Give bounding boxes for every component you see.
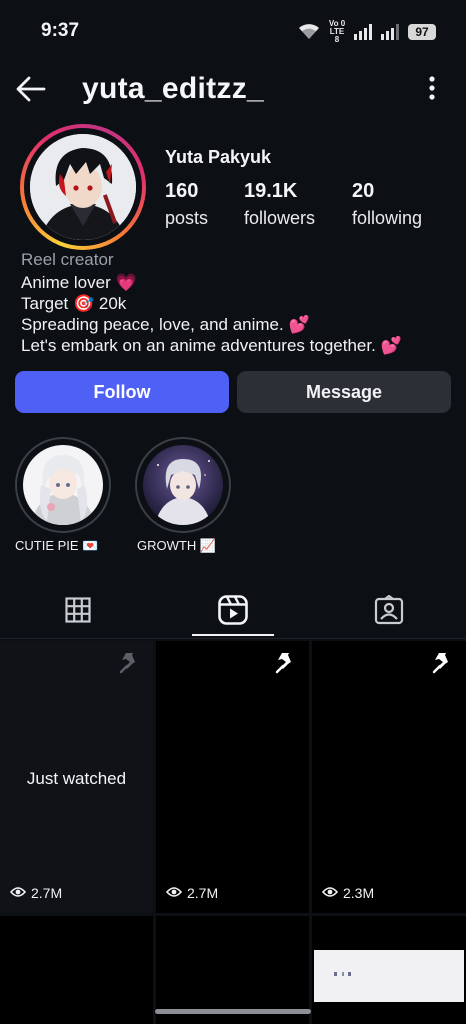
bio-line-2: Target 🎯 20k (21, 294, 127, 313)
reel-view-count: 2.3M (343, 885, 375, 901)
grid-icon (64, 596, 91, 628)
battery-indicator: 97 (408, 24, 436, 40)
volte-indicator: Vo 0 LTE 8 (327, 20, 347, 44)
tab-reels[interactable] (155, 585, 310, 639)
highlight-cutie-pie[interactable] (15, 437, 111, 533)
active-tab-indicator (192, 634, 274, 636)
reels-grid: Just watched 2.7M 2.7M 2.3M (0, 641, 466, 1024)
status-time: 9:37 (41, 20, 80, 41)
follow-button[interactable]: Follow (15, 371, 229, 413)
wifi-icon (298, 24, 320, 40)
highlight-cover (143, 445, 223, 525)
tab-grid[interactable] (0, 585, 155, 639)
profile-category: Reel creator (21, 250, 114, 269)
bio-line-1: Anime lover 💗 (21, 273, 137, 292)
stat-followers-value: 19.1K (244, 180, 298, 202)
network-label-bottom: LTE 8 (329, 27, 345, 44)
highlight-cover (23, 445, 103, 525)
reel-tile-2[interactable]: 2.7M (156, 641, 309, 913)
reel-tile-4[interactable] (0, 916, 153, 1024)
stat-posts-label: posts (165, 208, 209, 228)
pin-icon (430, 651, 454, 680)
eye-icon (165, 885, 183, 901)
stat-following[interactable]: 20 following (352, 180, 422, 229)
reel-views: 2.7M (9, 885, 63, 901)
reel-view-count: 2.7M (31, 885, 63, 901)
home-indicator (155, 1009, 311, 1014)
tagged-icon (374, 594, 404, 630)
reel-tile-3[interactable]: 2.3M (312, 641, 466, 913)
reel-tile-6[interactable] (312, 916, 466, 1024)
profile-tabs (0, 585, 466, 639)
back-arrow-icon[interactable] (14, 74, 48, 104)
eye-icon (321, 885, 339, 901)
reel-views: 2.7M (165, 885, 219, 901)
stat-posts-value: 160 (165, 180, 199, 202)
stat-following-label: following (352, 208, 423, 228)
status-icons: Vo 0 LTE 8 97 (298, 20, 436, 44)
eye-icon (9, 885, 27, 901)
signal-icon (354, 24, 374, 40)
highlight-label-cutie-pie: CUTIE PIE 💌 (15, 538, 99, 553)
highlight-label-growth: GROWTH 📈 (137, 538, 217, 553)
stat-posts: 160 posts (165, 180, 208, 229)
pin-icon (273, 651, 297, 680)
highlight-growth[interactable] (135, 437, 231, 533)
signal-icon-2 (381, 24, 401, 40)
profile-header: yuta_editzz_ (0, 62, 466, 116)
reel-view-count: 2.7M (187, 885, 219, 901)
stat-followers-label: followers (244, 208, 316, 228)
reel-views: 2.3M (321, 885, 375, 901)
profile-avatar (30, 134, 136, 240)
pin-icon (117, 651, 141, 680)
reel-tile-5[interactable] (156, 916, 309, 1024)
profile-username: yuta_editzz_ (82, 72, 264, 105)
message-button[interactable]: Message (237, 371, 451, 413)
stat-following-value: 20 (352, 180, 375, 202)
more-options-icon[interactable] (428, 75, 436, 101)
tab-tagged[interactable] (311, 585, 466, 639)
profile-avatar-story-ring[interactable] (20, 124, 146, 250)
display-name: Yuta Pakyuk (165, 147, 272, 167)
reel-thumbnail (314, 950, 464, 1002)
reel-tile-1[interactable]: Just watched 2.7M (0, 641, 153, 913)
bio-line-3: Spreading peace, love, and anime. 💕 (21, 315, 310, 334)
status-bar: 9:37 Vo 0 LTE 8 97 (0, 0, 466, 62)
reels-icon (217, 594, 248, 630)
stat-followers[interactable]: 19.1K followers (244, 180, 315, 229)
bio-line-4: Let's embark on an anime adventures toge… (21, 336, 402, 355)
reel-overlay-text: Just watched (26, 769, 127, 788)
